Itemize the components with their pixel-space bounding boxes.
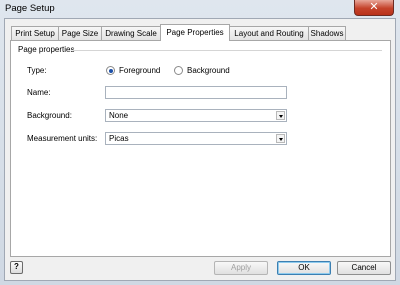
- group-label: Page properties: [18, 45, 75, 54]
- cancel-button[interactable]: Cancel: [337, 261, 391, 275]
- tab-page-size[interactable]: Page Size: [58, 26, 102, 40]
- dialog-body: Print Setup Page Size Drawing Scale Page…: [4, 18, 396, 281]
- tab-label: Print Setup: [15, 29, 55, 38]
- name-label: Name:: [27, 88, 51, 97]
- units-select-value: Picas: [109, 134, 129, 143]
- background-select[interactable]: None: [105, 109, 287, 122]
- background-radio[interactable]: [174, 66, 183, 75]
- apply-button[interactable]: Apply: [214, 261, 268, 275]
- tab-label: Page Properties: [166, 28, 224, 37]
- type-label: Type:: [27, 66, 47, 75]
- tab-label: Drawing Scale: [105, 29, 157, 38]
- title-bar[interactable]: Page Setup ✕: [0, 0, 400, 18]
- radio-selected-dot: [108, 68, 113, 73]
- tab-label: Layout and Routing: [234, 29, 304, 38]
- name-input[interactable]: [105, 86, 287, 99]
- foreground-label[interactable]: Foreground: [119, 66, 160, 75]
- window-title: Page Setup: [5, 3, 55, 14]
- page-properties-panel: Page properties Type: Foreground Backgro…: [10, 40, 391, 257]
- units-select[interactable]: Picas: [105, 132, 287, 145]
- help-button[interactable]: ?: [10, 261, 23, 274]
- background-select-value: None: [109, 111, 129, 120]
- tab-layout-and-routing[interactable]: Layout and Routing: [229, 26, 309, 40]
- tab-label: Page Size: [61, 29, 99, 38]
- background-radio-label[interactable]: Background: [187, 66, 230, 75]
- close-icon: ✕: [369, 0, 379, 13]
- close-button[interactable]: ✕: [354, 0, 394, 16]
- tab-shadows[interactable]: Shadows: [308, 26, 346, 40]
- page-setup-dialog: Page Setup ✕ Print Setup Page Size Drawi…: [0, 0, 400, 285]
- tab-print-setup[interactable]: Print Setup: [11, 26, 59, 40]
- chevron-down-icon[interactable]: [276, 111, 285, 120]
- foreground-radio[interactable]: [106, 66, 115, 75]
- tab-label: Shadows: [310, 29, 344, 38]
- group-divider: [73, 50, 382, 51]
- background-field-label: Background:: [27, 111, 72, 120]
- tab-page-properties[interactable]: Page Properties: [160, 24, 230, 41]
- tab-drawing-scale[interactable]: Drawing Scale: [101, 26, 161, 40]
- ok-button[interactable]: OK: [277, 261, 331, 275]
- units-label: Measurement units:: [27, 134, 98, 143]
- help-icon: ?: [14, 262, 19, 271]
- chevron-down-icon[interactable]: [276, 134, 285, 143]
